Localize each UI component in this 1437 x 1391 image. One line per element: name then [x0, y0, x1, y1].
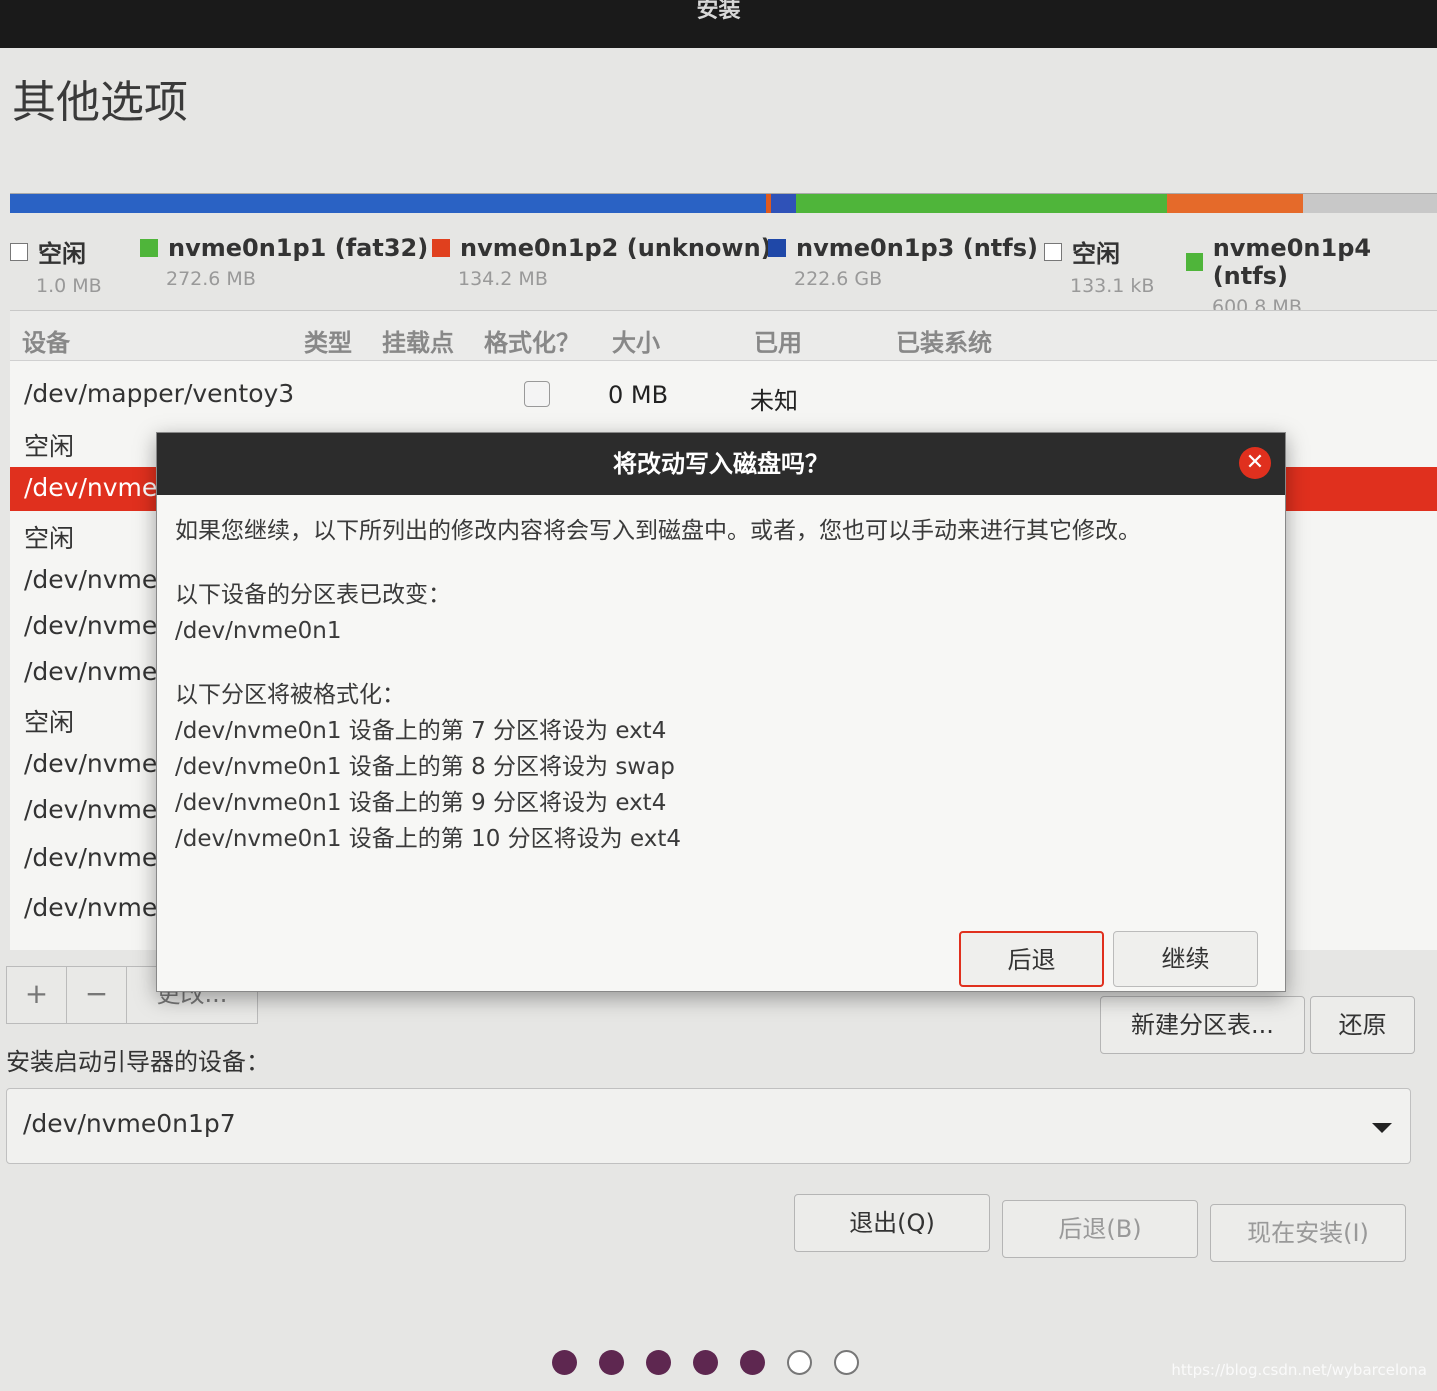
row-device: 空闲	[24, 708, 75, 737]
row-device: /dev/nvme(	[24, 749, 168, 778]
disk-bar-segment	[796, 194, 1168, 213]
legend-size: 222.6 GB	[794, 268, 883, 290]
row-device: /dev/nvme(	[24, 843, 168, 872]
legend-swatch	[1044, 242, 1062, 261]
column-size[interactable]: 大小	[612, 323, 660, 358]
chevron-down-icon	[1372, 1123, 1392, 1133]
row-size: 0 MB	[608, 381, 669, 409]
progress-dot	[599, 1350, 624, 1375]
dialog-back-button[interactable]: 后退	[959, 931, 1104, 987]
column-used[interactable]: 已用	[754, 323, 802, 358]
dialog-header: 将改动写入磁盘吗？ ✕	[157, 433, 1285, 495]
close-icon[interactable]: ✕	[1239, 447, 1271, 479]
column-type[interactable]: 类型	[304, 323, 352, 358]
legend-swatch	[432, 239, 450, 257]
legend-size: 134.2 MB	[458, 268, 548, 290]
watermark: https://blog.csdn.net/wybarcelona	[1171, 1361, 1427, 1379]
row-device: /dev/nvme(	[24, 611, 168, 640]
partition-table-heading: 以下设备的分区表已改变：	[175, 582, 451, 608]
table-row[interactable]: /dev/mapper/ventoy3 0 MB 未知	[10, 373, 1437, 417]
table-header: 设备 类型 挂载点 格式化？ 大小 已用 已装系统	[10, 311, 1437, 361]
boot-device-label: 安装启动引导器的设备：	[6, 1048, 270, 1076]
legend-swatch	[140, 239, 158, 257]
legend-size: 133.1 kB	[1070, 275, 1155, 297]
disk-bar-segment	[770, 194, 797, 213]
format-line: /dev/nvme0n1 设备上的第 8 分区将设为 swap	[175, 754, 675, 780]
format-line: /dev/nvme0n1 设备上的第 9 分区将设为 ext4	[175, 790, 667, 816]
format-checkbox[interactable]	[524, 381, 550, 407]
legend-item: 空闲 133.1 kB	[1044, 234, 1154, 297]
column-mount[interactable]: 挂载点	[382, 323, 454, 358]
progress-dot	[693, 1350, 718, 1375]
dialog-continue-button[interactable]: 继续	[1113, 931, 1258, 987]
legend-name: 空闲	[38, 240, 86, 268]
legend-item: 空闲 1.0 MB	[10, 234, 102, 297]
boot-device-value: /dev/nvme0n1p7	[23, 1109, 236, 1138]
row-device: 空闲	[24, 524, 75, 553]
legend-swatch	[10, 242, 28, 261]
row-device: /dev/nvme(	[24, 565, 168, 594]
progress-dot	[787, 1350, 812, 1375]
new-partition-table-button[interactable]: 新建分区表...	[1100, 996, 1305, 1054]
progress-dot	[552, 1350, 577, 1375]
format-line: /dev/nvme0n1 设备上的第 10 分区将设为 ext4	[175, 826, 681, 852]
row-device: /dev/nvme(	[24, 795, 168, 824]
row-device: /dev/mapper/ventoy3	[24, 379, 295, 408]
format-line: /dev/nvme0n1 设备上的第 7 分区将设为 ext4	[175, 718, 667, 744]
disk-bar-segment	[1302, 194, 1437, 213]
legend-name: nvme0n1p4 (ntfs)	[1212, 234, 1372, 290]
format-heading: 以下分区将被格式化：	[175, 682, 405, 708]
legend-name: nvme0n1p3 (ntfs)	[796, 234, 1038, 262]
legend-item: nvme0n1p1 (fat32) 272.6 MB	[140, 234, 428, 290]
revert-button[interactable]: 还原	[1310, 996, 1415, 1054]
partition-table-device: /dev/nvme0n1	[175, 618, 342, 644]
write-changes-dialog: 将改动写入磁盘吗？ ✕ 如果您继续，以下所列出的修改内容将会写入到磁盘中。或者，…	[156, 432, 1286, 992]
column-system[interactable]: 已装系统	[896, 323, 992, 358]
legend-name: nvme0n1p2 (unknown)	[460, 234, 772, 262]
dialog-intro: 如果您继续，以下所列出的修改内容将会写入到磁盘中。或者，您也可以手动来进行其它修…	[175, 518, 1141, 544]
progress-dot	[834, 1350, 859, 1375]
page-title: 其他选项	[12, 77, 188, 128]
row-device: /dev/nvme(	[24, 657, 168, 686]
window-titlebar: 安装	[0, 0, 1437, 48]
partition-legend: 空闲 1.0 MB nvme0n1p1 (fat32) 272.6 MB nvm…	[10, 234, 1437, 318]
progress-dot	[740, 1350, 765, 1375]
dialog-body: 如果您继续，以下所列出的修改内容将会写入到磁盘中。或者，您也可以手动来进行其它修…	[175, 513, 1270, 857]
disk-bar-segment	[10, 194, 767, 213]
row-device: /dev/nvme(	[24, 893, 168, 922]
legend-item: nvme0n1p2 (unknown) 134.2 MB	[432, 234, 772, 290]
progress-dots	[552, 1350, 859, 1375]
row-used: 未知	[750, 387, 798, 415]
window-title: 安装	[696, 0, 741, 23]
progress-dot	[646, 1350, 671, 1375]
legend-item: nvme0n1p3 (ntfs) 222.6 GB	[768, 234, 1038, 290]
remove-partition-button[interactable]: −	[67, 967, 127, 1023]
legend-name: 空闲	[1072, 240, 1120, 268]
legend-swatch	[1186, 253, 1203, 271]
column-device[interactable]: 设备	[22, 323, 70, 358]
legend-size: 1.0 MB	[36, 275, 102, 297]
disk-bar-segment	[1167, 194, 1303, 213]
back-button[interactable]: 后退(B)	[1002, 1200, 1198, 1258]
dialog-title: 将改动写入磁盘吗？	[613, 450, 829, 478]
row-device: /dev/nvme0	[24, 473, 174, 502]
legend-swatch	[768, 239, 786, 257]
legend-name: nvme0n1p1 (fat32)	[168, 234, 429, 262]
quit-button[interactable]: 退出(Q)	[794, 1194, 990, 1252]
install-now-button[interactable]: 现在安装(I)	[1210, 1204, 1406, 1262]
legend-size: 272.6 MB	[166, 268, 256, 290]
row-device: 空闲	[24, 432, 75, 461]
add-partition-button[interactable]: +	[7, 967, 67, 1023]
column-format[interactable]: 格式化？	[484, 323, 580, 358]
legend-item: nvme0n1p4 (ntfs) 600.8 MB	[1186, 234, 1437, 318]
boot-device-select[interactable]: /dev/nvme0n1p7	[6, 1088, 1411, 1164]
disk-usage-bar	[10, 193, 1437, 213]
